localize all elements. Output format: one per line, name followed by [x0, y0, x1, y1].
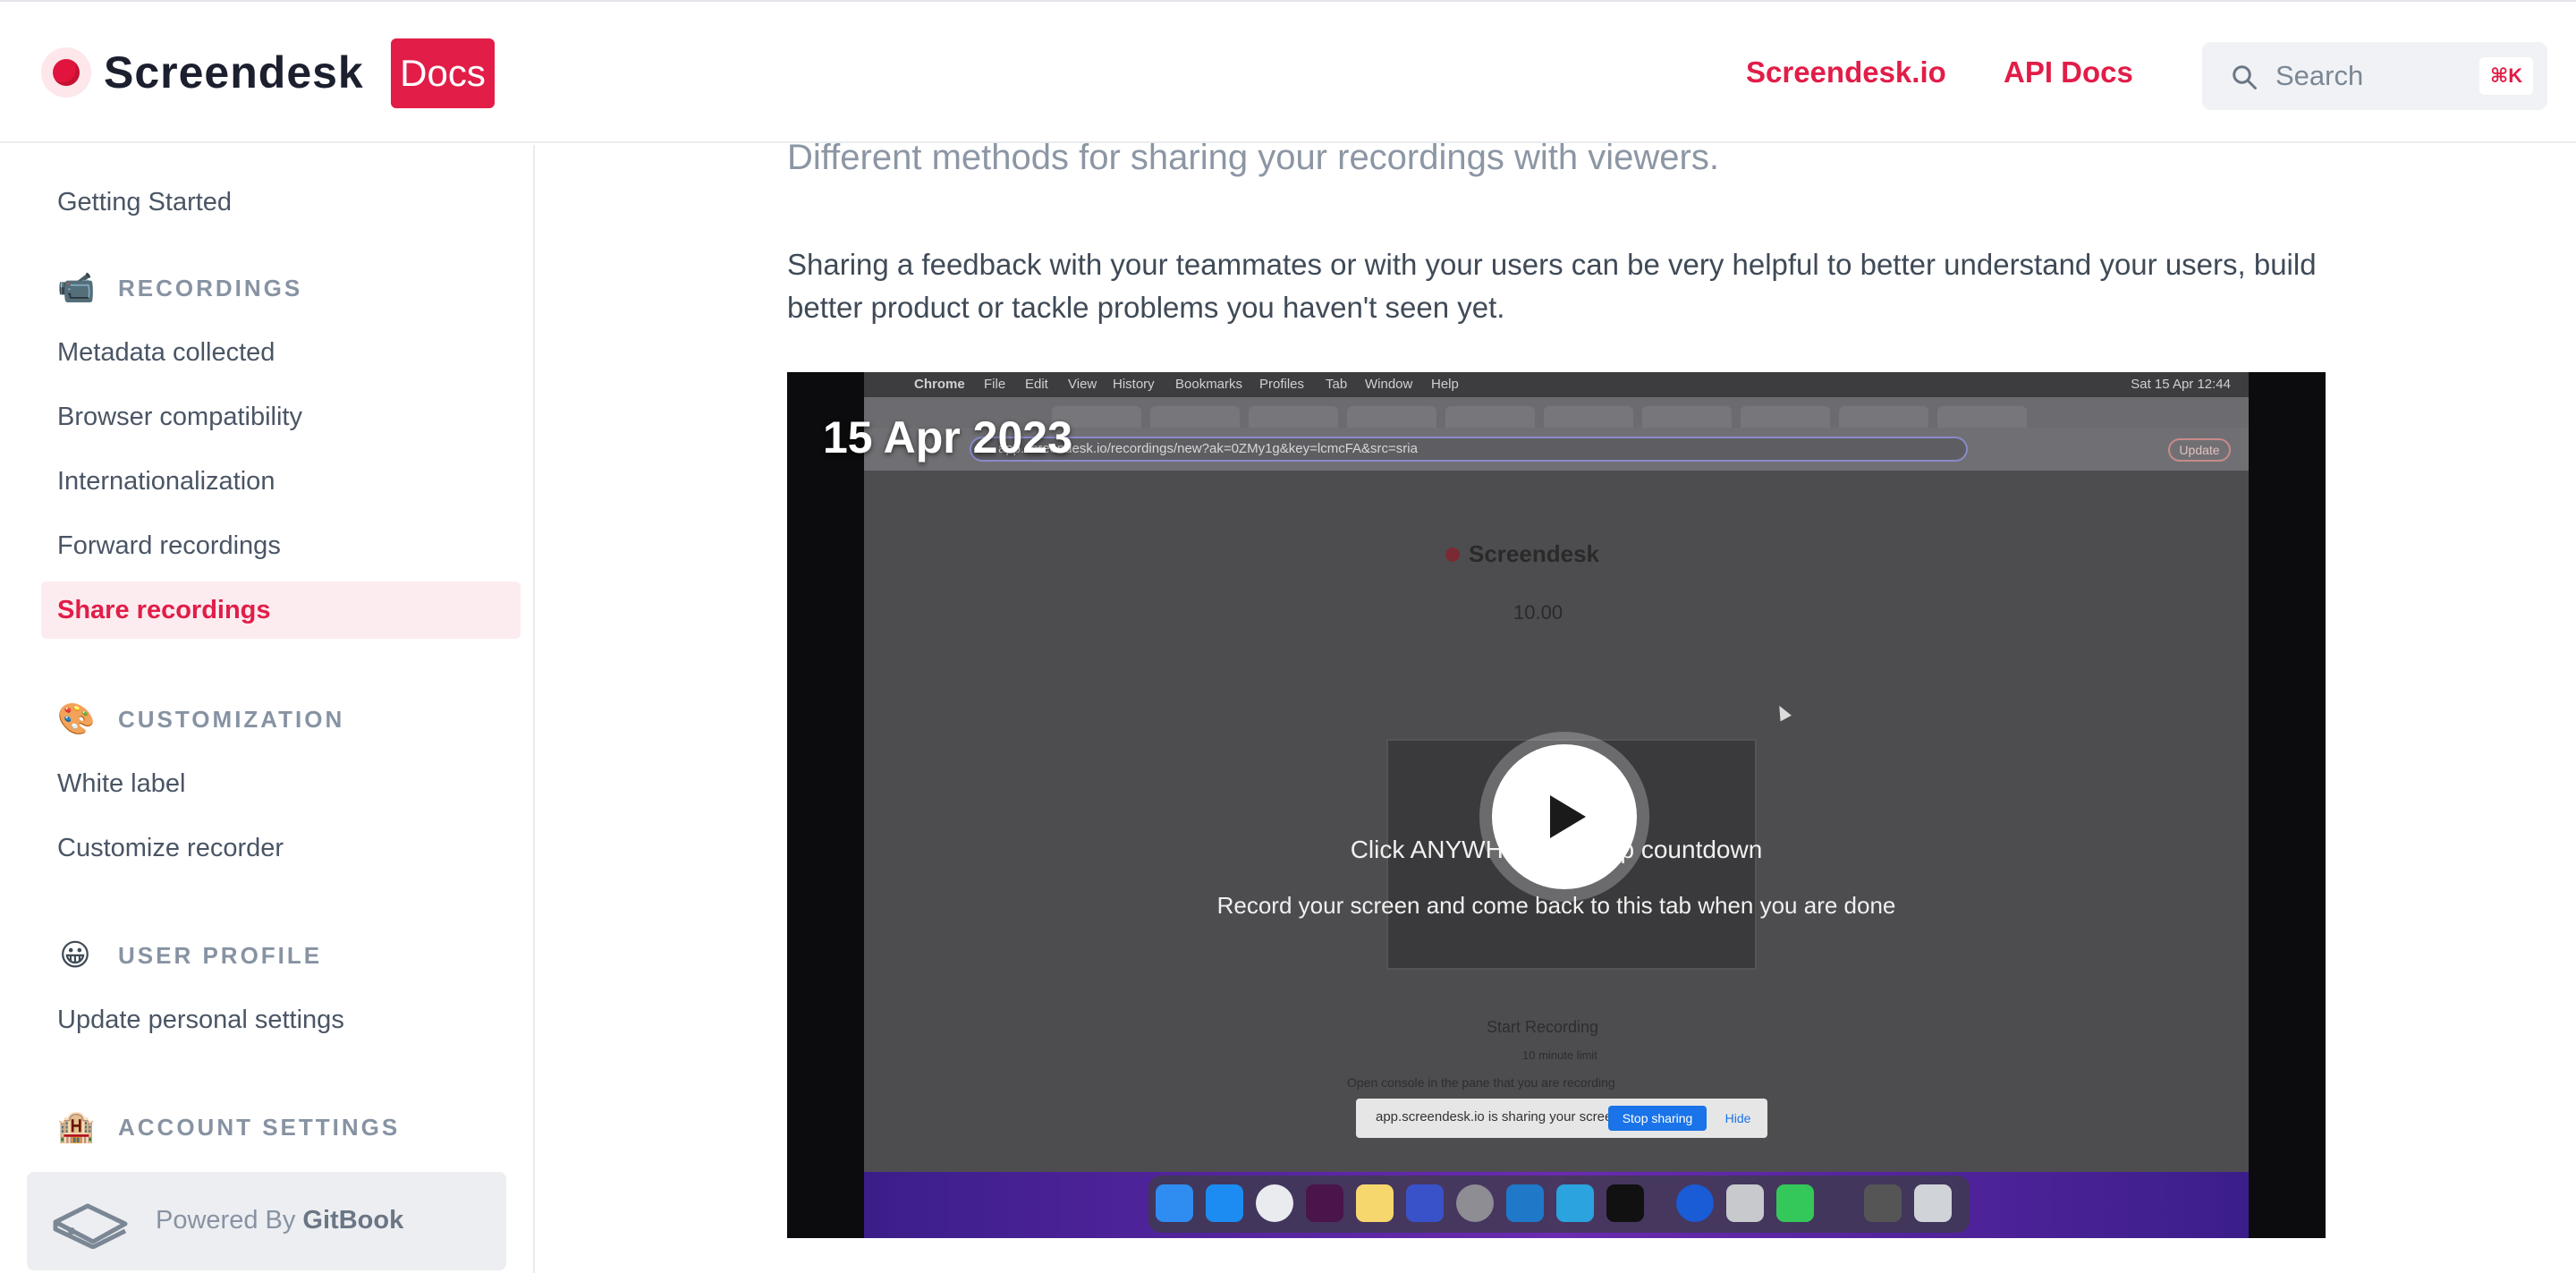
section-recordings: 📹 RECORDINGS: [57, 270, 302, 306]
video-camera-icon: 📹: [57, 271, 96, 305]
recorder-logo-text: Screendesk: [1469, 540, 1599, 567]
menu-item: Profiles: [1259, 377, 1305, 392]
sidebar-item-customize-recorder[interactable]: Customize recorder: [57, 834, 284, 863]
video-player[interactable]: Chrome File Edit View History Bookmarks …: [787, 372, 2326, 1238]
mac-clock: Sat 15 Apr 12:44: [2131, 377, 2231, 392]
docs-badge[interactable]: Docs: [391, 38, 495, 108]
search-box[interactable]: Search ⌘K: [2202, 42, 2547, 110]
record-dot-icon: [41, 47, 91, 98]
sidebar-item-share-recordings[interactable]: Share recordings: [57, 596, 271, 625]
sidebar: Getting Started 📹 RECORDINGS Metadata co…: [0, 145, 535, 1273]
grinning-face-icon: 😀: [59, 938, 91, 972]
menu-item: Help: [1431, 377, 1459, 392]
powered-by-gitbook[interactable]: Powered By GitBook: [27, 1172, 506, 1270]
menu-item: Window: [1365, 377, 1413, 392]
mac-menubar: Chrome File Edit View History Bookmarks …: [864, 372, 2249, 397]
start-recording-label: Start Recording: [1487, 1018, 1599, 1036]
brand-name: Screendesk: [104, 47, 364, 98]
menu-item: Bookmarks: [1175, 377, 1243, 392]
play-button-face: [1492, 744, 1637, 889]
notes-icon: [1356, 1184, 1394, 1222]
office-building-icon: 🏨: [57, 1110, 96, 1144]
telegram-icon: [1556, 1184, 1594, 1222]
gitbook-icon: [53, 1203, 128, 1249]
brand-logo[interactable]: Screendesk: [41, 47, 364, 98]
linear-icon: [1406, 1184, 1444, 1222]
section-account-settings: 🏨 ACCOUNT SETTINGS: [57, 1109, 400, 1145]
section-user-profile: 😀 USER PROFILE: [57, 938, 322, 973]
search-shortcut-badge: ⌘K: [2479, 57, 2533, 95]
section-customization: 🎨 CUSTOMIZATION: [57, 701, 344, 737]
menu-item: File: [984, 377, 1006, 392]
nav-link-api-docs[interactable]: API Docs: [2004, 55, 2133, 89]
recorder-logo: Screendesk: [1445, 540, 1599, 568]
slack-icon: [1306, 1184, 1343, 1222]
app-store-icon: [1206, 1184, 1243, 1222]
url-field: app.screendesk.io/recordings/new?ak=0ZMy…: [970, 437, 1968, 462]
intro-paragraph: Sharing a feedback with your teammates o…: [787, 248, 2317, 324]
menu-item: Edit: [1025, 377, 1048, 392]
hide-button: Hide: [1724, 1111, 1751, 1125]
finder-icon: [1156, 1184, 1193, 1222]
menu-item: View: [1068, 377, 1097, 392]
console-note: Open console in the pane that you are re…: [1347, 1075, 1615, 1090]
site-header: Screendesk Docs Screendesk.io API Docs S…: [0, 2, 2576, 143]
powered-by-name: GitBook: [302, 1206, 404, 1235]
chrome-icon: [1256, 1184, 1293, 1222]
nav-link-screendesk-io[interactable]: Screendesk.io: [1746, 55, 1946, 89]
update-pill: Update: [2168, 438, 2231, 462]
share-notice-text: app.screendesk.io is sharing your screen…: [1376, 1109, 1623, 1124]
preview-icon: [1726, 1184, 1764, 1222]
recorder-timer: 10.00: [1513, 601, 1563, 624]
downloads-icon: [1864, 1184, 1902, 1222]
vscode-icon: [1506, 1184, 1544, 1222]
sidebar-item-update-personal-settings[interactable]: Update personal settings: [57, 1006, 344, 1035]
menu-item: History: [1113, 377, 1155, 392]
powered-by-prefix: Powered By: [156, 1206, 296, 1235]
menu-item: Tab: [1326, 377, 1348, 392]
sidebar-item-forward-recordings[interactable]: Forward recordings: [57, 531, 281, 561]
settings-icon: [1456, 1184, 1494, 1222]
powered-by-label: Powered By GitBook: [156, 1206, 403, 1235]
messages-icon: [1776, 1184, 1814, 1222]
sidebar-item-white-label[interactable]: White label: [57, 769, 185, 799]
search-icon: [2233, 65, 2257, 89]
sidebar-item-getting-started[interactable]: Getting Started: [57, 188, 232, 217]
trash-icon: [1914, 1184, 1952, 1222]
sidebar-item-browser-compatibility[interactable]: Browser compatibility: [57, 403, 302, 432]
stop-sharing-button: Stop sharing: [1608, 1106, 1707, 1131]
terminal-icon: [1606, 1184, 1644, 1222]
section-title: CUSTOMIZATION: [118, 705, 345, 733]
video-date-stamp: 15 Apr 2023: [823, 412, 1072, 463]
sidebar-item-internationalization[interactable]: Internationalization: [57, 467, 275, 496]
section-title: RECORDINGS: [118, 274, 303, 301]
sidebar-item-metadata-collected[interactable]: Metadata collected: [57, 338, 275, 368]
search-placeholder: Search: [2275, 60, 2364, 91]
section-title: USER PROFILE: [118, 941, 323, 969]
section-title: ACCOUNT SETTINGS: [118, 1113, 401, 1141]
play-icon: [1550, 795, 1586, 838]
mac-dock: [1148, 1175, 1970, 1233]
palette-icon: 🎨: [57, 702, 96, 736]
menu-item: Chrome: [914, 377, 965, 392]
password-manager-icon: [1676, 1184, 1714, 1222]
page-subtitle: Different methods for sharing your recor…: [787, 138, 1719, 177]
limit-label: 10 minute limit: [1522, 1048, 1597, 1062]
play-button[interactable]: [1479, 732, 1649, 902]
screen-share-notice: app.screendesk.io is sharing your screen…: [1356, 1099, 1767, 1138]
